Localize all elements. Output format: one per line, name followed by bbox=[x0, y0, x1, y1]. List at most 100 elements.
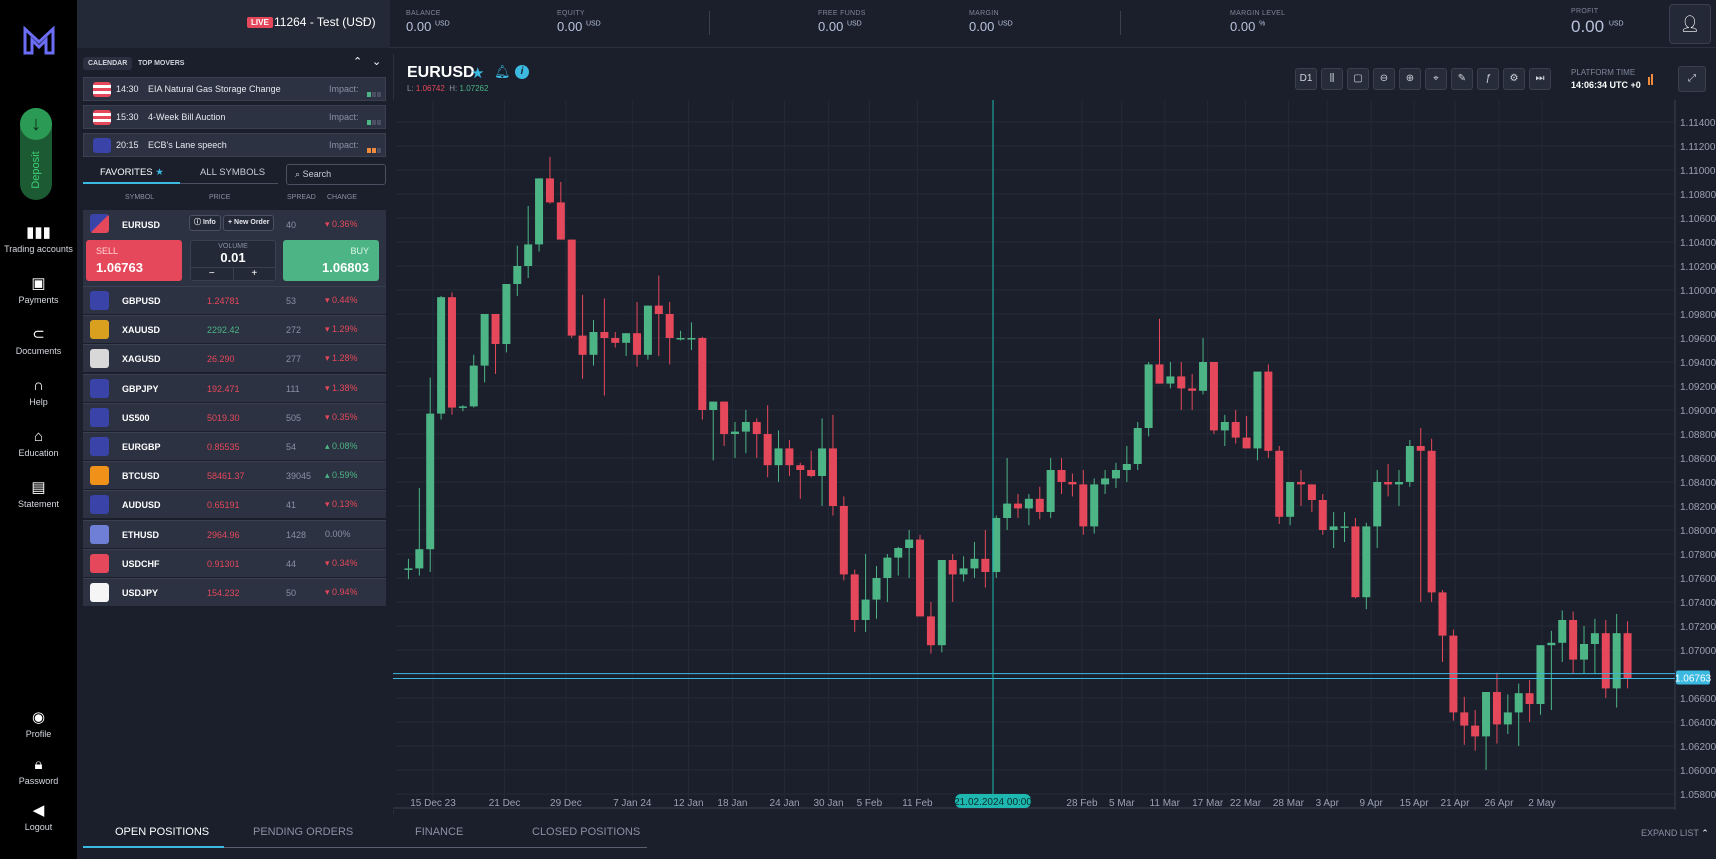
crosshair-date-label: 21.02.2024 00:00 bbox=[954, 797, 1032, 808]
nav-documents[interactable]: ⊂ Documents bbox=[0, 326, 77, 356]
favorite-star-icon[interactable]: ★ bbox=[471, 64, 484, 82]
y-tick-label: 1.09000 bbox=[1680, 406, 1716, 417]
chevron-down-icon[interactable]: ⌄ bbox=[372, 55, 381, 68]
candle-body bbox=[818, 448, 827, 476]
y-tick-label: 1.10000 bbox=[1680, 286, 1716, 297]
buy-button[interactable]: BUY 1.06803 bbox=[283, 240, 379, 281]
zoom-out-icon[interactable]: ⊖ bbox=[1373, 68, 1395, 90]
candle-body bbox=[730, 431, 739, 434]
brand-logo[interactable] bbox=[22, 26, 56, 56]
us500-icon bbox=[90, 407, 109, 427]
candle-body bbox=[981, 558, 990, 572]
symbol-row[interactable]: GBPUSD 1.24781 53 ▾ 0.44% bbox=[83, 286, 386, 314]
tab-closed-positions[interactable]: CLOSED POSITIONS bbox=[532, 826, 640, 838]
y-tick-label: 1.07800 bbox=[1680, 550, 1716, 561]
x-tick-label: 12 Jan bbox=[673, 798, 703, 809]
platform-time: 14:06:34 UTC +0 bbox=[1571, 80, 1641, 90]
candle-body bbox=[1394, 482, 1403, 485]
nav-logout[interactable]: ◀ Logout bbox=[0, 802, 77, 832]
symbol-row[interactable]: XAGUSD 26.290 277 ▾ 1.28% bbox=[83, 344, 386, 373]
symbol-change: ▾ 0.94% bbox=[325, 587, 358, 597]
impact-bar bbox=[367, 148, 371, 153]
tab-calendar[interactable]: CALENDAR bbox=[83, 57, 133, 70]
candle-body bbox=[1580, 644, 1589, 660]
signal-icon bbox=[1651, 74, 1653, 85]
candle-body bbox=[524, 244, 533, 266]
decrease-volume-button[interactable]: − bbox=[191, 268, 234, 280]
candlestick-type-icon[interactable]: ⫼ bbox=[1321, 68, 1343, 90]
increase-volume-button[interactable]: + bbox=[234, 268, 276, 280]
deposit-button[interactable]: ↓ Deposit bbox=[20, 108, 52, 200]
symbol-row[interactable]: AUDUSD 0.65191 41 ▾ 0.13% bbox=[83, 490, 386, 519]
tab-open-positions[interactable]: OPEN POSITIONS bbox=[115, 826, 209, 838]
y-tick-label: 1.10400 bbox=[1680, 238, 1716, 249]
candle-body bbox=[883, 557, 892, 578]
symbol-row[interactable]: US500 5019.30 505 ▾ 0.35% bbox=[83, 402, 386, 431]
bell-icon[interactable]: 🔔︎ bbox=[494, 64, 511, 80]
rectangle-icon[interactable]: ▢ bbox=[1347, 68, 1369, 90]
x-tick-label: 30 Jan bbox=[813, 798, 843, 809]
price-chart[interactable]: 1.11400 1.11200 1.11000 1.10800 1.10600 1.104… bbox=[393, 100, 1716, 810]
pencil-icon[interactable]: ✎ bbox=[1451, 68, 1473, 90]
volume-stepper[interactable]: VOLUME 0.01 − + bbox=[190, 240, 276, 281]
symbol-search-input[interactable]: ⌕ Search bbox=[286, 164, 386, 185]
event-title: ECB's Lane speech bbox=[148, 140, 227, 150]
info-button[interactable]: ⓘ Info bbox=[189, 215, 221, 231]
zoom-in-icon[interactable]: ⊕ bbox=[1399, 68, 1421, 90]
y-tick-label: 1.07200 bbox=[1680, 622, 1716, 633]
gbpjpy-icon bbox=[90, 378, 109, 398]
symbol-row[interactable]: ETHUSD 2964.96 1428 0.00% bbox=[83, 519, 386, 548]
symbol-name: USDJPY bbox=[122, 588, 159, 598]
symbol-row[interactable]: BTCUSD 58461.37 39045 ▴ 0.59% bbox=[83, 461, 386, 490]
tab-top-movers[interactable]: TOP MOVERS bbox=[133, 57, 189, 70]
account-selector[interactable]: LIVE 11264 - Test (USD) ⌄ bbox=[77, 0, 390, 48]
tab-all-symbols[interactable]: ALL SYMBOLS bbox=[200, 167, 265, 178]
symbol-spread: 53 bbox=[286, 296, 297, 306]
nav-payments[interactable]: ▣ Payments bbox=[0, 275, 77, 305]
expand-list-button[interactable]: EXPAND LIST ⌃ bbox=[1641, 828, 1709, 839]
nav-help[interactable]: ∩ Help bbox=[0, 377, 77, 407]
candle-body bbox=[1612, 633, 1621, 689]
symbol-row[interactable]: EURGBP 0.85535 54 ▴ 0.08% bbox=[83, 432, 386, 460]
fullscreen-icon[interactable]: ⤢ bbox=[1678, 66, 1706, 92]
volume-input[interactable]: 0.01 bbox=[191, 250, 275, 265]
candle-body bbox=[1482, 692, 1491, 737]
impact-bar bbox=[372, 148, 376, 153]
sell-button[interactable]: SELL 1.06763 bbox=[86, 240, 182, 281]
col-price: PRICE bbox=[209, 194, 231, 201]
candle-body bbox=[687, 338, 696, 340]
candle-body bbox=[1558, 620, 1567, 643]
nav-statement[interactable]: ▤ Statement bbox=[0, 479, 77, 509]
new-order-button[interactable]: + New Order bbox=[223, 215, 275, 231]
calendar-event[interactable]: 14:30 EIA Natural Gas Storage Change Imp… bbox=[83, 77, 386, 101]
timeframe-button[interactable]: D1 bbox=[1295, 68, 1317, 90]
symbol-row[interactable]: USDJPY 154.232 50 ▾ 0.94% bbox=[83, 578, 386, 606]
candle-body bbox=[828, 448, 837, 506]
tab-favorites[interactable]: FAVORITES ★ bbox=[100, 167, 164, 178]
candle-body bbox=[1155, 364, 1164, 384]
symbol-row[interactable]: GBPJPY 192.471 111 ▾ 1.38% bbox=[83, 373, 386, 402]
audusd-icon bbox=[90, 495, 109, 515]
symbol-name: GBPUSD bbox=[122, 296, 161, 306]
x-tick-label: 28 Mar bbox=[1273, 798, 1305, 809]
tab-pending-orders[interactable]: PENDING ORDERS bbox=[253, 826, 353, 838]
nav-profile[interactable]: ◉ Profile bbox=[0, 709, 77, 739]
indicators-icon[interactable]: ƒ bbox=[1477, 68, 1499, 90]
calendar-event[interactable]: 20:15 ECB's Lane speech Impact: bbox=[83, 133, 386, 157]
info-icon[interactable]: i bbox=[515, 65, 529, 79]
nav-education[interactable]: ⌂ Education bbox=[0, 428, 77, 458]
symbol-name: AUDUSD bbox=[122, 500, 161, 511]
skip-to-end-icon[interactable]: ⏭ bbox=[1529, 68, 1551, 90]
symbol-row[interactable]: XAUUSD 2292.42 272 ▾ 1.29% bbox=[83, 315, 386, 344]
nav-trading-accounts[interactable]: ▮▮▮ Trading accounts bbox=[0, 224, 77, 254]
symbol-price: 0.65191 bbox=[207, 500, 240, 511]
tab-finance[interactable]: FINANCE bbox=[415, 826, 463, 838]
reset-view-icon[interactable]: ⌖ bbox=[1425, 68, 1447, 90]
settings-gear-icon[interactable]: ⚙ bbox=[1503, 68, 1525, 90]
selected-symbol-row[interactable]: EURUSD ⓘ Info + New Order 40 ▾ 0.36% SEL… bbox=[83, 210, 386, 286]
symbol-row[interactable]: USDCHF 0.91301 44 ▾ 0.34% bbox=[83, 548, 386, 577]
user-menu-button[interactable]: 👤︎ bbox=[1669, 4, 1711, 44]
chevron-up-icon[interactable]: ⌃ bbox=[353, 55, 362, 68]
calendar-event[interactable]: 15:30 4-Week Bill Auction Impact: bbox=[83, 105, 386, 129]
nav-password[interactable]: 🔒︎ Password bbox=[0, 756, 77, 786]
